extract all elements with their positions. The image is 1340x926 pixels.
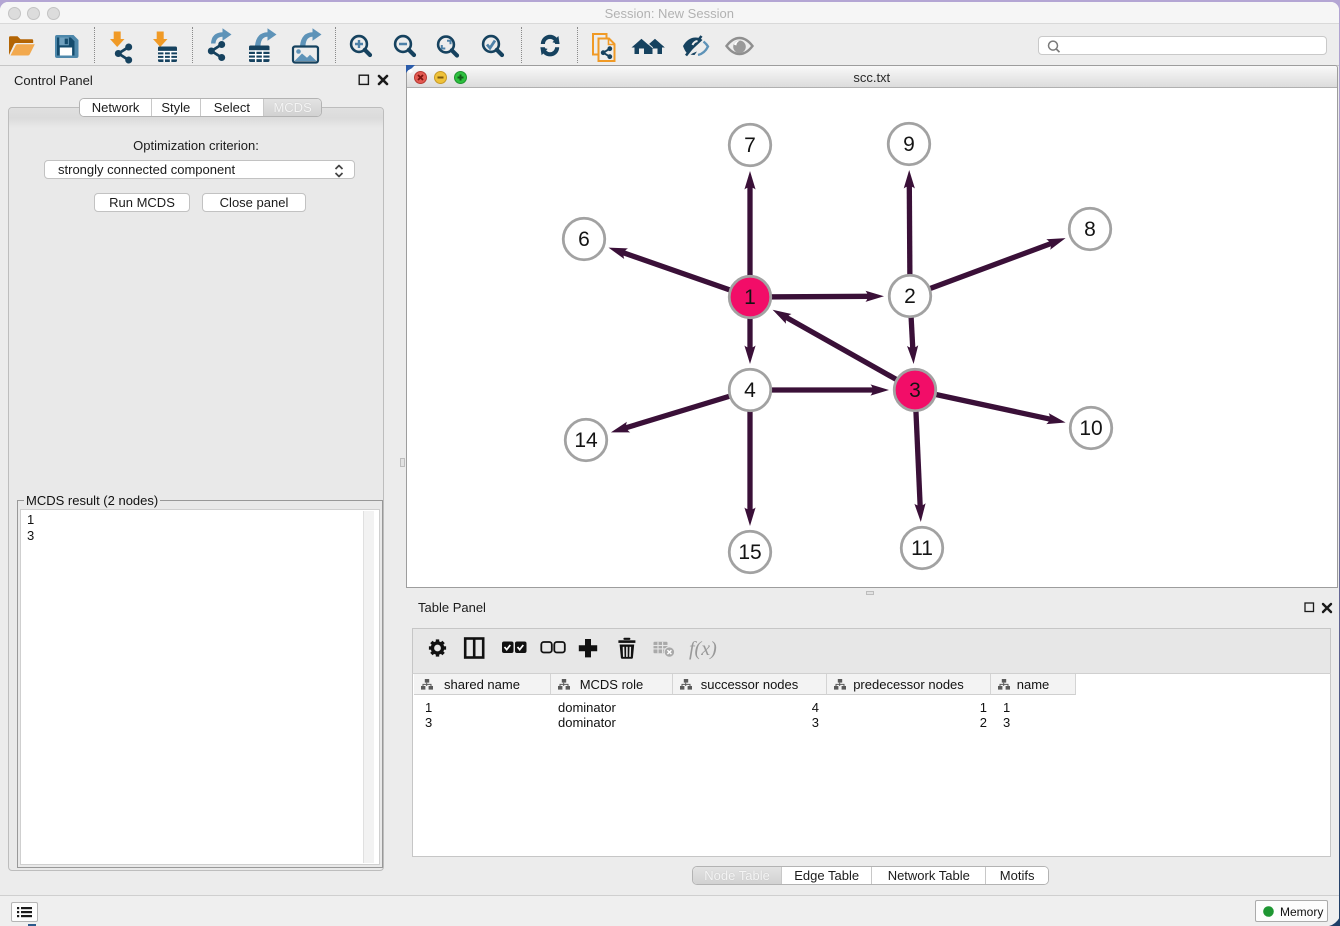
svg-text:1: 1	[744, 286, 756, 309]
svg-text:6: 6	[578, 228, 590, 251]
svg-text:2: 2	[904, 285, 916, 308]
svg-text:7: 7	[744, 134, 756, 157]
svg-text:8: 8	[1084, 218, 1096, 241]
svg-text:11: 11	[911, 537, 933, 560]
svg-text:10: 10	[1079, 417, 1102, 440]
svg-text:15: 15	[738, 541, 761, 564]
svg-text:9: 9	[903, 133, 915, 156]
svg-text:f(x): f(x)	[689, 638, 717, 660]
svg-text:4: 4	[744, 379, 756, 402]
svg-text:3: 3	[909, 379, 921, 402]
svg-text:14: 14	[574, 429, 598, 452]
